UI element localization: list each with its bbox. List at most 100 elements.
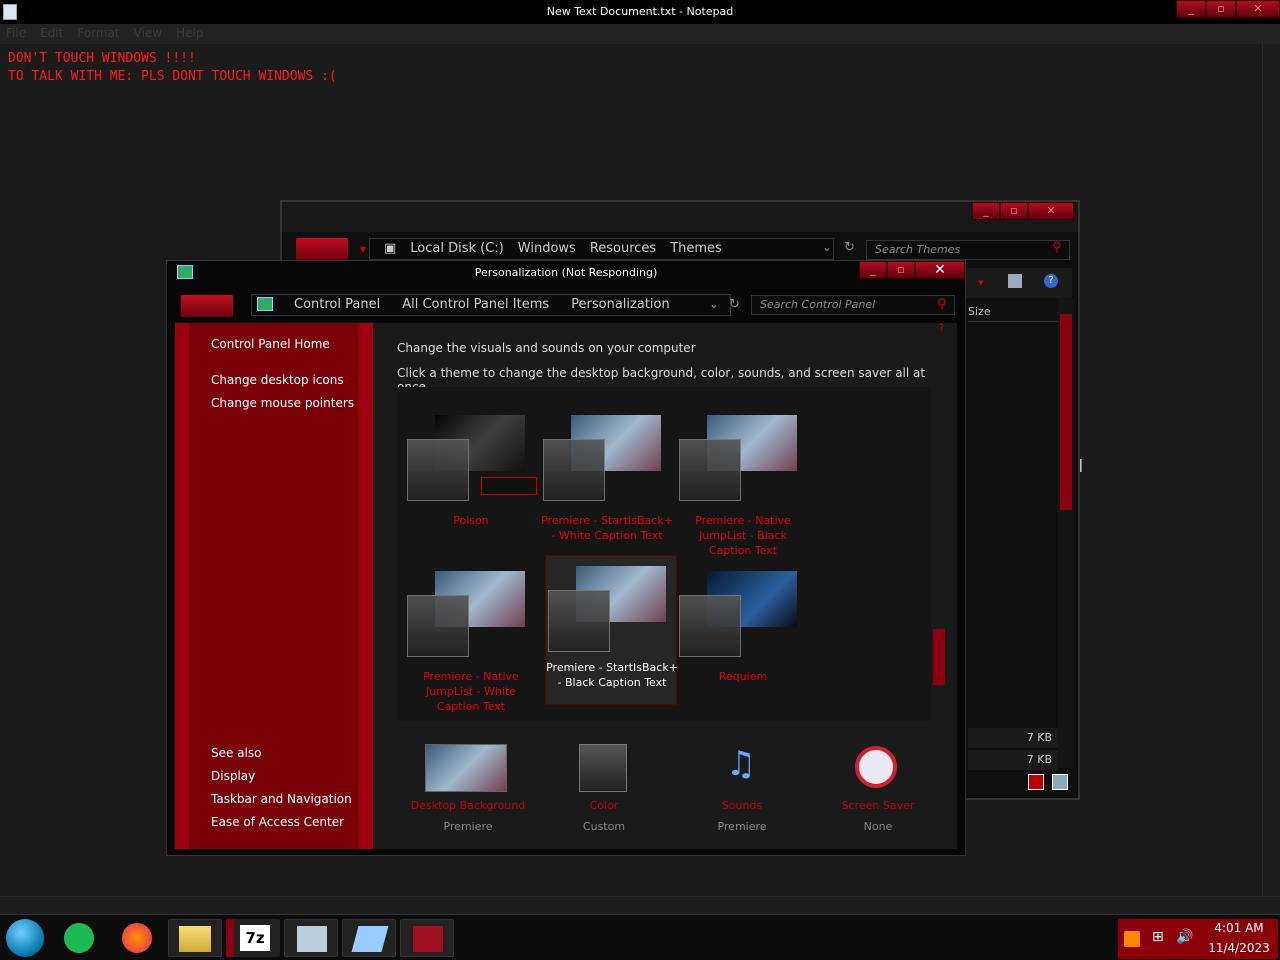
clock-time[interactable]: 4:01 AM bbox=[1200, 921, 1278, 935]
tray-app-icon[interactable] bbox=[1124, 931, 1140, 947]
explorer-search-input[interactable]: Search Themes bbox=[866, 240, 1070, 260]
crumb-local-disk[interactable]: Local Disk (C:) bbox=[410, 241, 503, 256]
pw-minimize-button[interactable]: _ bbox=[859, 261, 887, 279]
clock-date[interactable]: 11/4/2023 bbox=[1200, 941, 1278, 955]
explorer-scroll-thumb[interactable] bbox=[1060, 314, 1072, 510]
theme-tile-selected[interactable]: Premiere - StartIsBack+ - Black Caption … bbox=[545, 555, 678, 705]
views-chevron-icon[interactable]: ▾ bbox=[978, 276, 984, 289]
menu-file[interactable]: File bbox=[6, 26, 26, 40]
size-column-header[interactable]: Size bbox=[968, 302, 1058, 322]
personalization-window[interactable]: Personalization (Not Responding) _ ▫ ✕ C… bbox=[166, 260, 966, 856]
crumb-themes[interactable]: Themes bbox=[670, 241, 722, 256]
screen-saver-value: None bbox=[863, 820, 893, 833]
notepad-icon bbox=[351, 926, 389, 952]
pw-close-button[interactable]: ✕ bbox=[915, 261, 965, 279]
explorer-back-forward[interactable] bbox=[296, 238, 348, 260]
sidebar-taskbar-navigation[interactable]: Taskbar and Navigation bbox=[211, 792, 352, 806]
theme-name: Premiere - StartIsBack+ - White Caption … bbox=[541, 514, 673, 542]
theme-list[interactable]: Poison Premiere - StartIsBack+ - White C… bbox=[397, 387, 945, 721]
theme-tile[interactable]: Premiere - StartIsBack+ - White Caption … bbox=[541, 409, 673, 559]
control-panel-icon bbox=[297, 926, 327, 952]
network-icon[interactable]: ⊞ bbox=[1152, 929, 1164, 945]
menu-edit[interactable]: Edit bbox=[40, 26, 63, 40]
address-cp-icon bbox=[257, 297, 273, 311]
sidebar-ease-of-access[interactable]: Ease of Access Center bbox=[211, 815, 344, 829]
crumb-resources[interactable]: Resources bbox=[590, 241, 656, 256]
taskbar-notepad[interactable] bbox=[342, 919, 396, 957]
size-header-label: Size bbox=[968, 305, 991, 318]
sidebar-control-panel-home[interactable]: Control Panel Home bbox=[211, 337, 330, 351]
taskbar-explorer[interactable] bbox=[168, 919, 222, 957]
taskbar-theme-app[interactable] bbox=[400, 919, 454, 957]
large-icons-view-icon[interactable] bbox=[1052, 774, 1068, 790]
help-icon[interactable]: ? bbox=[939, 323, 944, 334]
explorer-close-button[interactable]: ✕ bbox=[1028, 202, 1074, 220]
close-button[interactable]: ✕ bbox=[1236, 0, 1280, 18]
notepad-icon[interactable] bbox=[3, 4, 17, 20]
pw-address-bar[interactable]: Control Panel All Control Panel Items Pers… bbox=[251, 294, 731, 316]
explorer-titlebar[interactable] bbox=[282, 202, 1078, 232]
pw-search-icon[interactable]: ⚲ bbox=[937, 297, 947, 312]
color-button[interactable]: Color Custom bbox=[539, 744, 669, 834]
menu-help[interactable]: Help bbox=[176, 26, 203, 40]
taskbar: 7z ⊞ 🔊 4:01 AM 11/4/2023 bbox=[0, 914, 1280, 960]
sounds-label: Sounds bbox=[721, 799, 763, 812]
notepad-horizontal-scrollbar[interactable] bbox=[0, 896, 1280, 914]
personalization-titlebar[interactable]: Personalization (Not Responding) bbox=[167, 261, 965, 285]
search-icon[interactable]: ⚲ bbox=[1052, 240, 1062, 255]
explorer-address-bar[interactable]: ▣ Local Disk (C:) Windows Resources Themes bbox=[369, 238, 834, 260]
screen-saver-button[interactable]: Screen Saver None bbox=[813, 744, 943, 834]
screen-saver-label: Screen Saver bbox=[841, 799, 915, 812]
crumb-personalization[interactable]: Personalization bbox=[571, 297, 670, 312]
menu-format[interactable]: Format bbox=[77, 26, 119, 40]
crumb-control-panel[interactable]: Control Panel bbox=[294, 297, 380, 312]
preview-pane-icon[interactable] bbox=[1008, 274, 1022, 288]
notepad-menubar: File Edit Format View Help bbox=[0, 24, 1280, 44]
theme-list-scroll-thumb[interactable] bbox=[933, 629, 945, 685]
refresh-icon[interactable]: ↻ bbox=[844, 240, 855, 255]
theme-tile[interactable]: Requiem bbox=[677, 565, 809, 715]
chevron-down-icon[interactable]: ⌄ bbox=[822, 240, 832, 254]
pw-search-input[interactable]: Search Control Panel bbox=[751, 295, 955, 315]
sounds-button[interactable]: ♫ Sounds Premiere bbox=[677, 744, 807, 834]
recent-pages-icon[interactable]: ▾ bbox=[360, 242, 366, 256]
explorer-minimize-button[interactable]: _ bbox=[972, 202, 1000, 220]
taskbar-spotify[interactable] bbox=[54, 919, 108, 957]
color-swatch-icon bbox=[579, 744, 627, 792]
taskbar-firefox[interactable] bbox=[112, 919, 166, 957]
spotify-icon bbox=[64, 923, 94, 953]
explorer-maximize-button[interactable]: ▫ bbox=[1000, 202, 1028, 220]
sidebar-change-desktop-icons[interactable]: Change desktop icons bbox=[211, 373, 344, 387]
theme-tile[interactable]: Premiere - Native JumpList - White Capti… bbox=[405, 565, 537, 715]
theme-color-swatch bbox=[543, 439, 605, 501]
help-icon[interactable]: ? bbox=[1044, 274, 1058, 288]
details-view-icon[interactable] bbox=[1028, 774, 1044, 790]
volume-icon[interactable]: 🔊 bbox=[1176, 929, 1193, 945]
theme-name: Poison bbox=[453, 514, 489, 527]
notepad-titlebar[interactable]: New Text Document.txt - Notepad bbox=[0, 0, 1280, 24]
notepad-title: New Text Document.txt - Notepad bbox=[546, 5, 734, 18]
crumb-all-items[interactable]: All Control Panel Items bbox=[402, 297, 549, 312]
taskbar-7zip[interactable]: 7z bbox=[226, 919, 280, 957]
maximize-button[interactable]: ▫ bbox=[1206, 0, 1236, 18]
file-size: 7 KB bbox=[968, 728, 1058, 748]
crumb-windows[interactable]: Windows bbox=[518, 241, 576, 256]
start-button[interactable] bbox=[6, 919, 44, 957]
theme-tile[interactable]: Premiere - Native JumpList - Black Capti… bbox=[677, 409, 809, 559]
sidebar-display[interactable]: Display bbox=[211, 769, 255, 783]
pw-back-forward[interactable] bbox=[181, 295, 233, 317]
pw-maximize-button[interactable]: ▫ bbox=[887, 261, 915, 279]
pw-refresh-icon[interactable]: ↻ bbox=[729, 297, 740, 312]
sidebar: Control Panel Home Change desktop icons … bbox=[175, 323, 373, 849]
desktop-background-button[interactable]: Desktop Background Premiere bbox=[403, 744, 533, 834]
personalization-title: Personalization (Not Responding) bbox=[474, 266, 658, 279]
minimize-button[interactable]: _ bbox=[1176, 0, 1206, 18]
sidebar-change-mouse-pointers[interactable]: Change mouse pointers bbox=[211, 396, 354, 410]
theme-tile[interactable]: Poison bbox=[405, 409, 537, 559]
pw-chevron-down-icon[interactable]: ⌄ bbox=[709, 297, 719, 311]
theme-name: Requiem bbox=[718, 670, 768, 683]
menu-view[interactable]: View bbox=[134, 26, 162, 40]
7zip-icon: 7z bbox=[240, 925, 270, 951]
notepad-vertical-scrollbar[interactable] bbox=[1262, 44, 1280, 896]
taskbar-control-panel[interactable] bbox=[284, 919, 338, 957]
